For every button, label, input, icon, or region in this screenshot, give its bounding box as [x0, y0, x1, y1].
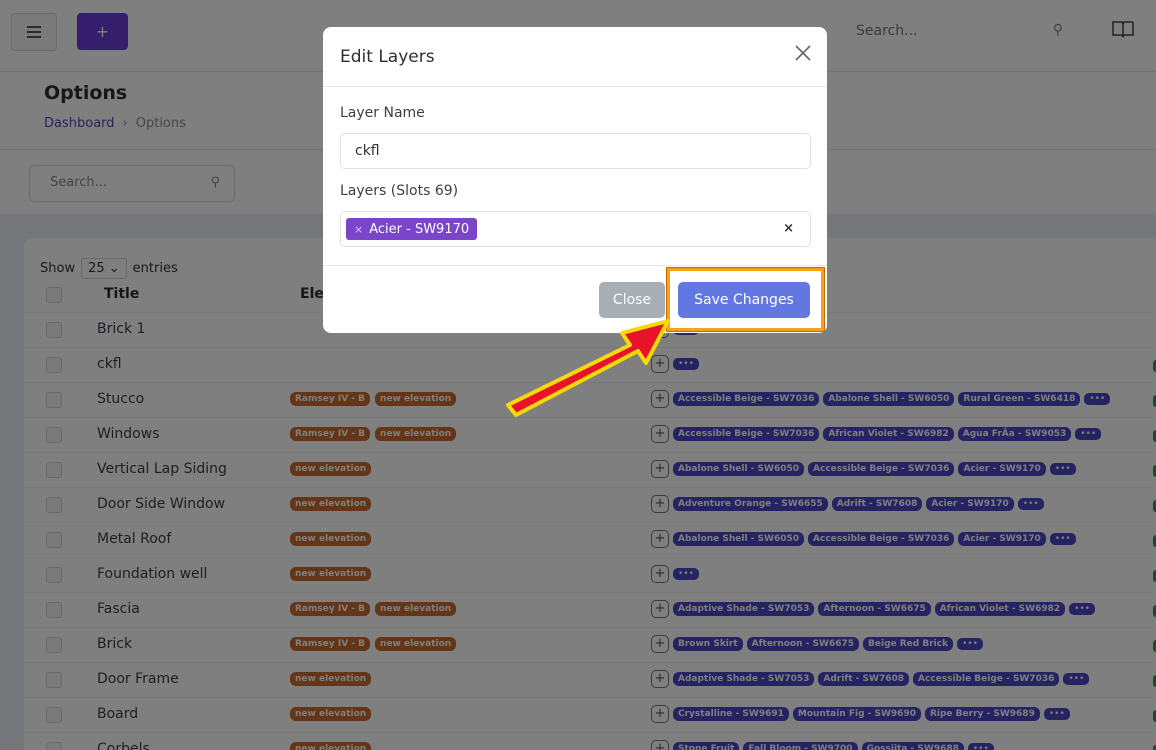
- chip-remove-icon[interactable]: ×: [354, 223, 363, 236]
- close-icon[interactable]: [793, 43, 813, 63]
- layers-multiselect[interactable]: × Acier - SW9170 ×: [340, 211, 811, 247]
- modal-title: Edit Layers: [340, 47, 435, 67]
- clear-all-icon[interactable]: ×: [783, 221, 794, 236]
- layer-name-label: Layer Name: [340, 105, 425, 121]
- chip-label: Acier - SW9170: [369, 221, 470, 237]
- modal-header: Edit Layers: [323, 27, 827, 87]
- layer-name-input[interactable]: ckfl: [340, 133, 811, 169]
- save-button-highlight: [666, 267, 825, 332]
- pointer-arrow-annotation: [506, 319, 670, 417]
- selected-layer-chip: × Acier - SW9170: [346, 218, 478, 240]
- layers-label: Layers (Slots 69): [340, 183, 459, 199]
